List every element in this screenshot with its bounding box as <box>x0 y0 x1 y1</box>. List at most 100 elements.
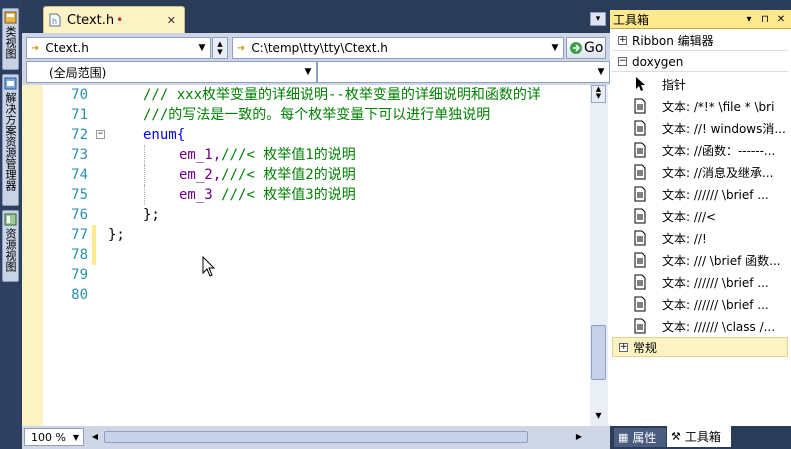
toolbox-item[interactable]: 文本: /*!* \file * \bri <box>633 95 788 117</box>
toolbox-item[interactable]: 文本: ////// \class /... <box>633 315 788 337</box>
class-view-tab[interactable]: 类视图 <box>2 8 19 70</box>
code-text: em_1,///< 枚举值1的说明 <box>179 145 356 165</box>
code-text: ///的写法是一致的。每个枚举变量下可以进行单独说明 <box>143 107 491 123</box>
member-combo[interactable]: ▼ <box>317 61 610 83</box>
keyword-enum: enum{ <box>143 127 186 143</box>
code-text: enum{ <box>143 125 185 145</box>
tab-ctext-h[interactable]: h Ctext.h • ✕ <box>43 6 185 33</box>
toolbox-item[interactable]: 文本: ////// \brief ... <box>633 183 788 205</box>
code-comment: ///< 枚举值3的说明 <box>221 187 356 203</box>
expand-icon: + <box>618 35 627 45</box>
code-line[interactable]: 72− enum{ <box>43 125 592 145</box>
scope-combo-value: (全局范围) <box>49 65 107 80</box>
file-combo[interactable]: ➜ Ctext.h ▼ <box>26 37 211 59</box>
tab-toolbox[interactable]: ⚒ 工具箱 <box>667 426 731 447</box>
toolbox-item[interactable]: 文本: //! <box>633 227 788 249</box>
header-file-icon: h <box>49 13 61 27</box>
solution-explorer-tab[interactable]: 解决方案资源管理器 <box>2 74 19 206</box>
mouse-cursor-icon <box>202 256 216 277</box>
zoom-combo[interactable]: 100 % ▼ <box>24 428 84 446</box>
toolbox-item[interactable]: 指针 <box>633 73 788 95</box>
toolbox-item[interactable]: 文本: ////// \brief ... <box>633 271 788 293</box>
fold-toggle-icon[interactable]: − <box>96 130 105 139</box>
solution-explorer-label: 解决方案资源管理器 <box>4 92 17 191</box>
path-combo[interactable]: ➜ C:\temp\tty\tty\Ctext.h ▼ <box>232 37 564 59</box>
toolbox-item-label: 文本: ////// \class /... <box>662 319 776 334</box>
code-comment: ///< 枚举值1的说明 <box>221 147 356 163</box>
tab-properties-label: 属性 <box>632 431 657 445</box>
text-snippet-icon <box>634 98 646 114</box>
close-tab-icon[interactable]: ✕ <box>167 14 176 27</box>
toolbox-item-label: 文本: ////// \brief ... <box>662 187 769 202</box>
vertical-scroll-thumb[interactable] <box>591 325 606 380</box>
code-line[interactable]: 75 em_3 ///< 枚举值3的说明 <box>43 185 592 205</box>
resource-view-label: 资源视图 <box>4 228 17 272</box>
text-snippet-icon <box>634 142 646 158</box>
toolbox-item[interactable]: 文本: /// \brief 函数... <box>633 249 788 271</box>
resource-view-tab[interactable]: 资源视图 <box>2 210 19 282</box>
scroll-left-icon[interactable]: ◀ <box>88 429 102 445</box>
text-snippet-icon <box>634 318 646 334</box>
code-line[interactable]: 76}; <box>43 205 592 225</box>
toolbox-title-bar: 工具箱 ▾ ⊓ ✕ <box>610 10 791 29</box>
indent-guide <box>144 185 146 205</box>
scroll-right-icon[interactable]: ▶ <box>572 429 586 445</box>
text-snippet-icon <box>634 186 646 202</box>
split-scroll-icon[interactable]: ▲ ▼ <box>212 37 228 59</box>
code-line[interactable]: 71 ///的写法是一致的。每个枚举变量下可以进行单独说明 <box>43 105 592 125</box>
code-line[interactable]: 78 <box>43 245 592 265</box>
line-number: 74 <box>71 167 88 183</box>
line-number: 72 <box>71 127 88 143</box>
code-line[interactable]: 80 <box>43 285 592 305</box>
line-number: 79 <box>71 267 88 283</box>
code-line[interactable]: 74 em_2,///< 枚举值2的说明 <box>43 165 592 185</box>
group-doxygen[interactable]: − doxygen <box>612 52 788 72</box>
code-line[interactable]: 79 <box>43 265 592 285</box>
zoom-value: 100 % <box>31 430 66 444</box>
chevron-down-icon: ▼ <box>597 67 605 77</box>
toolbox-item[interactable]: 文本: ////// \brief ... <box>633 293 788 315</box>
line-number: 71 <box>71 107 88 123</box>
scope-combo[interactable]: (全局范围) ▼ <box>26 61 317 83</box>
toolbox-close-icon[interactable]: ✕ <box>773 14 789 25</box>
chevron-down-icon: ▼ <box>198 43 206 53</box>
code-line[interactable]: 77}; <box>43 225 592 245</box>
text-snippet-icon <box>634 120 646 136</box>
navigation-bar: ➜ Ctext.h ▼ ▲ ▼ ➜ C:\temp\tty\tty\Ctext.h… <box>22 33 610 85</box>
toolbox-pin-icon[interactable]: ⊓ <box>757 14 773 25</box>
toolbox-menu-icon[interactable]: ▾ <box>741 14 757 25</box>
chevron-down-icon: ▼ <box>304 67 312 77</box>
group-ribbon-editor[interactable]: + Ribbon 编辑器 <box>612 31 788 51</box>
document-tab-bar: h Ctext.h • ✕ ▾ <box>22 0 610 33</box>
toolbox-item[interactable]: 文本: //! windows消... <box>633 117 788 139</box>
scroll-down-icon[interactable]: ▼ <box>591 408 606 424</box>
code-line[interactable]: 73 em_1,///< 枚举值1的说明 <box>43 145 592 165</box>
toolbox-item[interactable]: 文本: ///< <box>633 205 788 227</box>
vertical-scrollbar[interactable]: ▲ ▼ ▼ <box>590 85 608 426</box>
class-view-label: 类视图 <box>4 26 17 59</box>
collapse-icon: − <box>618 56 627 66</box>
toolbox-item-label: 文本: //! <box>662 231 707 246</box>
code-text: /// xxx枚举变量的详细说明--枚举变量的详细说明和函数的详 <box>143 87 541 103</box>
tab-label: Ctext.h <box>67 12 115 28</box>
line-number: 77 <box>71 227 88 243</box>
tab-properties[interactable]: ▦ 属性 <box>614 428 666 447</box>
split-handle-icon[interactable]: ▲ ▼ <box>591 85 606 103</box>
change-indicator <box>92 225 96 245</box>
group-label: doxygen <box>632 54 684 69</box>
group-label: 常规 <box>633 340 658 355</box>
code-text: }; <box>143 207 160 223</box>
group-general[interactable]: + 常规 <box>612 337 788 357</box>
toolbox-title: 工具箱 <box>613 12 650 27</box>
toolbox-item[interactable]: 文本: //消息及继承... <box>633 161 788 183</box>
horizontal-scroll-thumb[interactable] <box>104 431 528 443</box>
solution-explorer-icon <box>4 77 17 90</box>
toolbox-item[interactable]: 文本: //函数：------... <box>633 139 788 161</box>
code-line[interactable]: 70 /// xxx枚举变量的详细说明--枚举变量的详细说明和函数的详 <box>43 85 592 105</box>
go-button[interactable]: Go <box>566 37 606 59</box>
chevron-down-icon: ▼ <box>551 43 559 53</box>
left-tool-strip: 类视图 解决方案资源管理器 资源视图 <box>0 0 22 449</box>
tab-toolbox-label: 工具箱 <box>684 430 721 444</box>
tab-dropdown-icon[interactable]: ▾ <box>590 12 606 26</box>
toolbox-item-label: 文本: //! windows消... <box>662 121 786 136</box>
